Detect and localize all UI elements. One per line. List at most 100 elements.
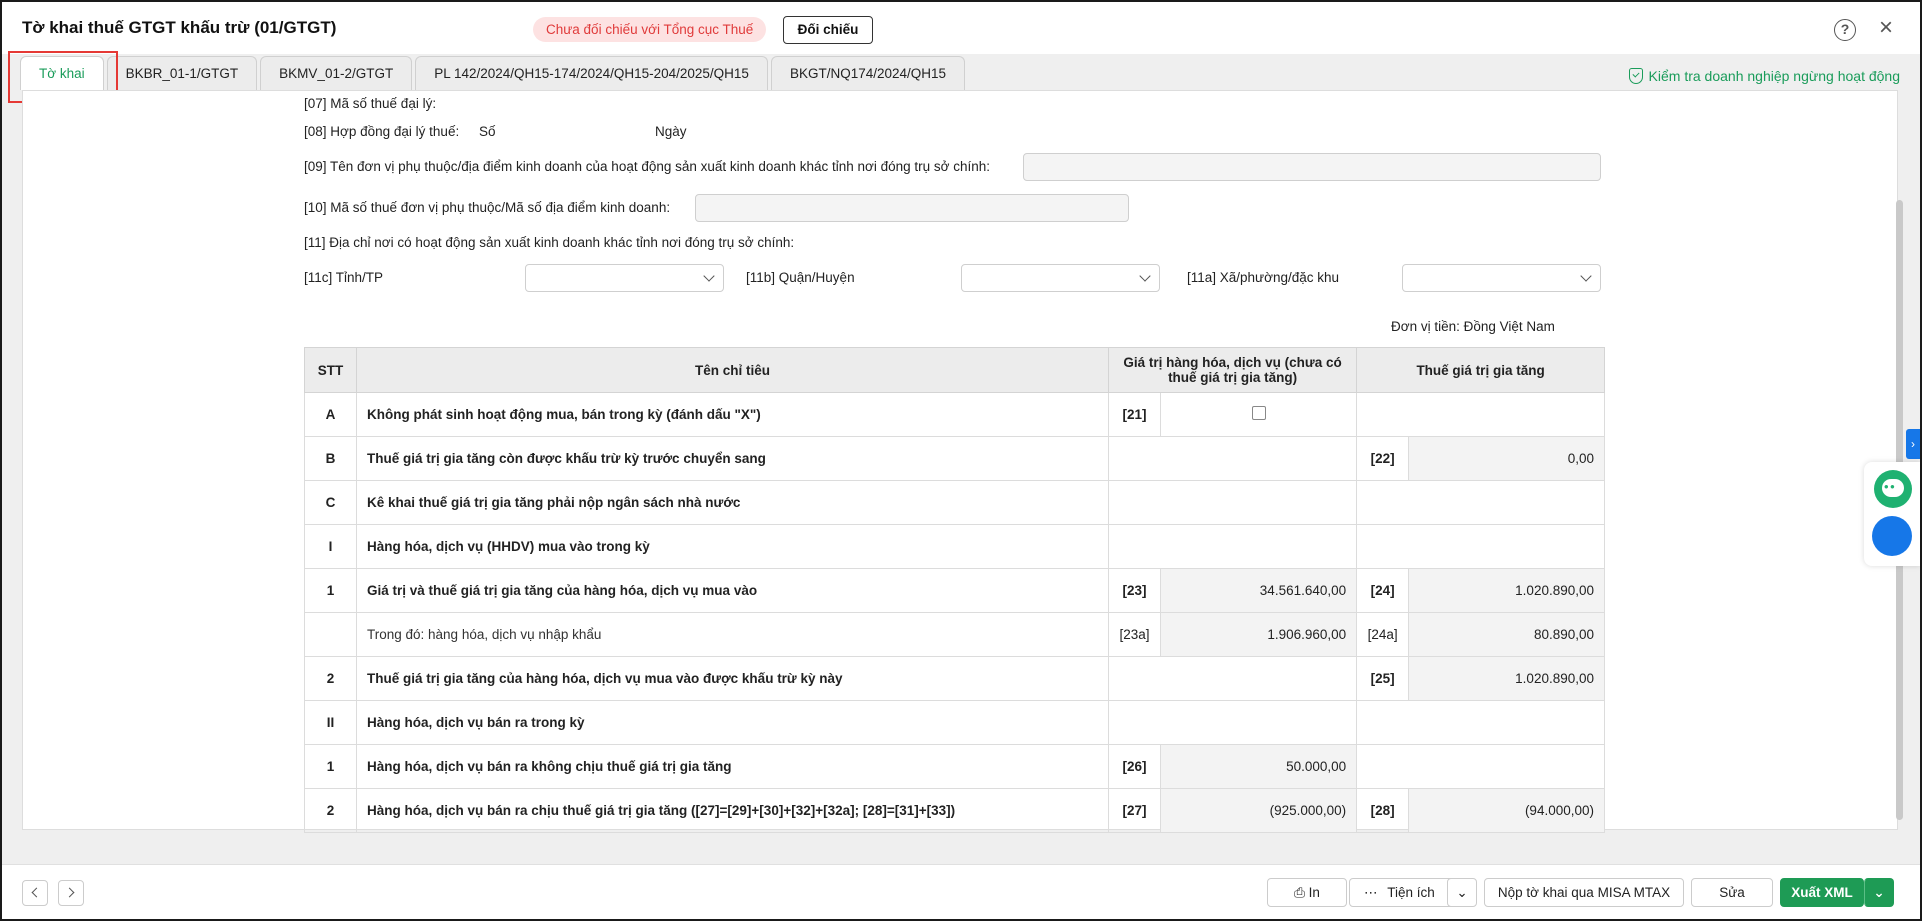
row-amount[interactable]: (94.000,00) bbox=[1408, 788, 1605, 833]
export-dropdown[interactable]: ⌄ bbox=[1864, 878, 1894, 907]
row-code: [23] bbox=[1108, 568, 1161, 613]
export-xml-button[interactable]: Xuất XML bbox=[1780, 878, 1864, 907]
row-code: [21] bbox=[1108, 392, 1161, 437]
close-icon[interactable]: × bbox=[1874, 16, 1898, 40]
submit-mtax-button[interactable]: Nộp tờ khai qua MISA MTAX bbox=[1484, 878, 1684, 907]
floating-support-panel bbox=[1864, 462, 1920, 566]
table-row: 2 Thuế giá trị gia tăng của hàng hóa, dị… bbox=[304, 656, 1605, 701]
row-amount[interactable]: 80.890,00 bbox=[1408, 612, 1605, 657]
row-checkbox-cell bbox=[1159, 392, 1358, 437]
row-stt: B bbox=[304, 436, 357, 481]
more-icon: ⋯ bbox=[1364, 885, 1378, 900]
row-empty bbox=[1107, 700, 1358, 745]
check-business-link[interactable]: Kiểm tra doanh nghiệp ngừng hoạt động bbox=[1628, 68, 1900, 84]
tab-bkmv[interactable]: BKMV_01-2/GTGT bbox=[260, 56, 413, 90]
header-stt: STT bbox=[304, 347, 357, 393]
f10-input[interactable] bbox=[695, 194, 1129, 222]
check-business-label: Kiểm tra doanh nghiệp ngừng hoạt động bbox=[1648, 68, 1900, 84]
row-amount[interactable]: 0,00 bbox=[1408, 436, 1605, 481]
header-name: Tên chỉ tiêu bbox=[356, 347, 1109, 393]
row-empty bbox=[1356, 744, 1605, 789]
row-name: Hàng hóa, dịch vụ bán ra chịu thuế giá t… bbox=[356, 788, 1109, 833]
chevron-right-icon bbox=[64, 887, 75, 898]
row-stt: 1 bbox=[304, 568, 357, 613]
f09-input[interactable] bbox=[1023, 153, 1601, 181]
row-stt bbox=[304, 612, 357, 657]
row-name: Hàng hóa, dịch vụ (HHDV) mua vào trong k… bbox=[356, 524, 1109, 569]
row-amount[interactable]: 1.020.890,00 bbox=[1408, 656, 1605, 701]
row-stt: II bbox=[304, 700, 357, 745]
row-empty bbox=[1107, 524, 1358, 569]
row-amount[interactable]: (925.000,00) bbox=[1159, 788, 1358, 833]
table-row: A Không phát sinh hoạt động mua, bán tro… bbox=[304, 392, 1605, 437]
row-empty bbox=[1107, 480, 1358, 525]
row-code: [23a] bbox=[1108, 612, 1161, 657]
district-select[interactable] bbox=[961, 264, 1160, 292]
row-name: Trong đó: hàng hóa, dịch vụ nhập khẩu bbox=[356, 612, 1109, 657]
table-row: 2 Hàng hóa, dịch vụ bán ra chịu thuế giá… bbox=[304, 788, 1605, 833]
tab-bkbr[interactable]: BKBR_01-1/GTGT bbox=[106, 56, 258, 90]
reconcile-status-badge: Chưa đối chiếu với Tổng cục Thuế bbox=[533, 17, 767, 42]
row-amount[interactable]: 1.906.960,00 bbox=[1159, 612, 1358, 657]
f09-label: [09] Tên đơn vị phụ thuộc/địa điểm kinh … bbox=[304, 159, 991, 174]
row-stt: 2 bbox=[304, 656, 357, 701]
f11-label: [11] Địa chỉ nơi có hoạt động sản xuất k… bbox=[304, 235, 795, 250]
row-code: [24] bbox=[1356, 568, 1410, 613]
next-button[interactable] bbox=[58, 880, 84, 906]
table-row: 1 Giá trị và thuế giá trị gia tăng của h… bbox=[304, 568, 1605, 613]
help-icon[interactable]: ? bbox=[1834, 19, 1856, 41]
chevron-down-icon bbox=[1139, 270, 1151, 282]
utilities-dropdown[interactable]: ⌄ bbox=[1447, 878, 1477, 907]
row-code: [28] bbox=[1356, 788, 1410, 833]
f11c-label: [11c] Tỉnh/TP bbox=[304, 270, 384, 285]
row-amount[interactable]: 50.000,00 bbox=[1159, 744, 1358, 789]
f11b-label: [11b] Quận/Huyện bbox=[746, 270, 855, 285]
printer-icon: ⎙ bbox=[1294, 885, 1305, 900]
row-amount[interactable]: 1.020.890,00 bbox=[1408, 568, 1605, 613]
tax-declaration-table: STT Tên chỉ tiêu Giá trị hàng hóa, dịch … bbox=[304, 347, 1605, 833]
header-value: Giá trị hàng hóa, dịch vụ (chưa có thuế … bbox=[1107, 347, 1358, 393]
province-select[interactable] bbox=[525, 264, 724, 292]
row-code: [22] bbox=[1356, 436, 1410, 481]
chevron-down-icon bbox=[1580, 270, 1592, 282]
row-name: Hàng hóa, dịch vụ bán ra không chịu thuế… bbox=[356, 744, 1109, 789]
tab-bar: Tờ khai BKBR_01-1/GTGT BKMV_01-2/GTGT PL… bbox=[20, 56, 968, 90]
table-row: Trong đó: hàng hóa, dịch vụ nhập khẩu [2… bbox=[304, 612, 1605, 657]
table-row: I Hàng hóa, dịch vụ (HHDV) mua vào trong… bbox=[304, 524, 1605, 569]
row-stt: A bbox=[304, 392, 357, 437]
utilities-button[interactable]: ⋯ Tiện ích bbox=[1349, 878, 1459, 907]
f07-label: [07] Mã số thuế đại lý: bbox=[304, 96, 437, 111]
row-stt: I bbox=[304, 524, 357, 569]
chatbot-icon[interactable] bbox=[1874, 470, 1912, 508]
side-panel-toggle[interactable]: › bbox=[1906, 429, 1920, 459]
prev-button[interactable] bbox=[22, 880, 48, 906]
title-bar: Tờ khai thuế GTGT khấu trừ (01/GTGT) Chư… bbox=[2, 2, 1920, 54]
table-row: 1 Hàng hóa, dịch vụ bán ra không chịu th… bbox=[304, 744, 1605, 789]
footer-bar: ⎙ In ⋯ Tiện ích ⌄ Nộp tờ khai qua MISA M… bbox=[2, 864, 1920, 919]
row-code: [26] bbox=[1108, 744, 1161, 789]
tab-bkgt[interactable]: BKGT/NQ174/2024/QH15 bbox=[770, 56, 966, 90]
utilities-label: Tiện ích bbox=[1387, 885, 1435, 900]
row-code: [27] bbox=[1108, 788, 1161, 833]
row-amount[interactable]: 34.561.640,00 bbox=[1159, 568, 1358, 613]
row-stt: C bbox=[304, 480, 357, 525]
f08-ngay-label: Ngày bbox=[655, 124, 687, 139]
tab-pl142[interactable]: PL 142/2024/QH15-174/2024/QH15-204/2025/… bbox=[415, 56, 768, 90]
window-title: Tờ khai thuế GTGT khấu trừ (01/GTGT) bbox=[22, 18, 337, 37]
ward-select[interactable] bbox=[1402, 264, 1601, 292]
compare-button[interactable]: Đối chiếu bbox=[783, 16, 873, 44]
no-activity-checkbox[interactable] bbox=[1251, 406, 1266, 420]
support-icon[interactable] bbox=[1872, 516, 1912, 556]
row-empty bbox=[1356, 480, 1605, 525]
row-empty bbox=[1356, 524, 1605, 569]
chevron-left-icon bbox=[31, 887, 42, 898]
f10-label: [10] Mã số thuế đơn vị phụ thuộc/Mã số đ… bbox=[304, 200, 671, 215]
row-empty bbox=[1107, 436, 1358, 481]
f11a-label: [11a] Xã/phường/đặc khu bbox=[1187, 270, 1339, 285]
currency-unit: Đơn vị tiền: Đồng Việt Nam bbox=[1391, 319, 1555, 334]
row-name: Thuế giá trị gia tăng còn được khấu trừ … bbox=[356, 436, 1109, 481]
print-button[interactable]: ⎙ In bbox=[1267, 878, 1347, 907]
print-label: In bbox=[1308, 885, 1320, 900]
edit-button[interactable]: Sửa bbox=[1691, 878, 1773, 907]
row-code: [24a] bbox=[1356, 612, 1410, 657]
